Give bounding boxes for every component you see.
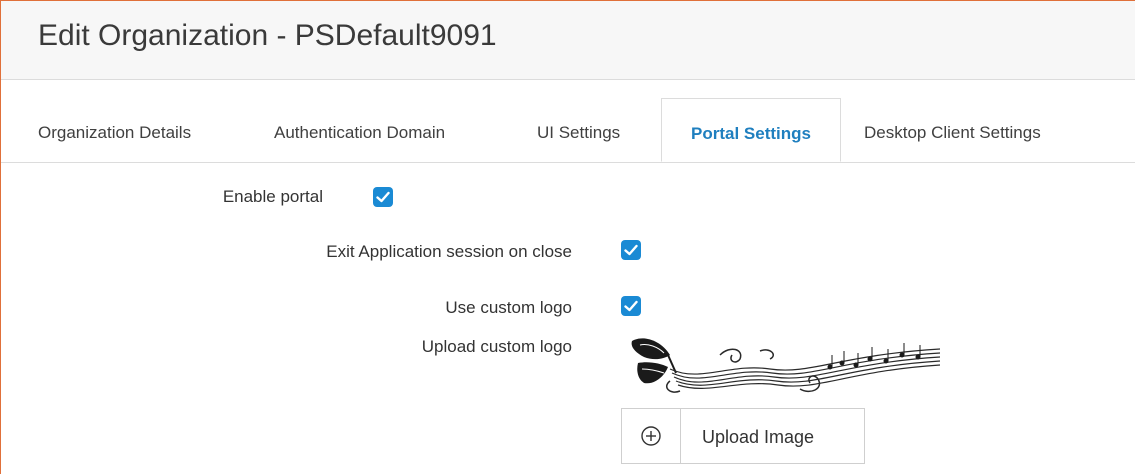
- tab-ui-settings[interactable]: UI Settings: [537, 98, 620, 162]
- custom-logo-image: [631, 338, 941, 393]
- tab-organization-details[interactable]: Organization Details: [38, 98, 191, 162]
- checkmark-icon: [624, 244, 638, 256]
- checkmark-icon: [376, 191, 390, 203]
- checkmark-icon: [624, 300, 638, 312]
- page-header: Edit Organization - PSDefault9091: [1, 1, 1135, 80]
- tab-bar: Organization Details Authentication Doma…: [1, 98, 1135, 163]
- use-custom-logo-checkbox[interactable]: [621, 296, 641, 316]
- exit-session-checkbox[interactable]: [621, 240, 641, 260]
- enable-portal-checkbox[interactable]: [373, 187, 393, 207]
- tab-desktop-client-settings[interactable]: Desktop Client Settings: [864, 98, 1041, 162]
- enable-portal-label: Enable portal: [222, 187, 323, 206]
- plus-circle-icon: [641, 426, 661, 446]
- exit-session-label: Exit Application session on close: [326, 242, 572, 261]
- upload-icon-cell: [622, 409, 681, 463]
- tab-portal-settings[interactable]: Portal Settings: [661, 98, 841, 162]
- upload-custom-logo-label: Upload custom logo: [421, 337, 572, 356]
- upload-image-button[interactable]: Upload Image: [621, 408, 865, 464]
- upload-image-label: Upload Image: [702, 427, 815, 447]
- tab-authentication-domain[interactable]: Authentication Domain: [274, 98, 445, 162]
- use-custom-logo-label: Use custom logo: [445, 298, 572, 317]
- page-title: Edit Organization - PSDefault9091: [38, 19, 497, 52]
